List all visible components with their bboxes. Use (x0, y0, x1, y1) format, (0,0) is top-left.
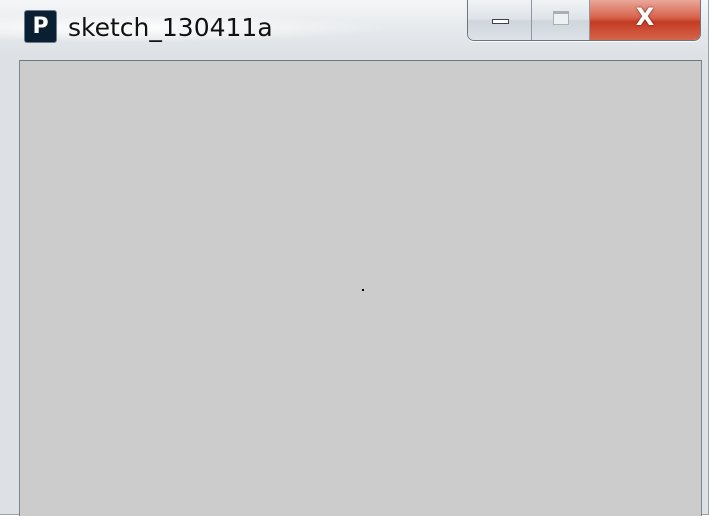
minimize-button[interactable] (468, 0, 532, 40)
close-icon: X (635, 3, 655, 31)
processing-app-icon[interactable]: P (24, 10, 57, 43)
app-window: P sketch_130411a X (0, 0, 709, 516)
sketch-point (362, 289, 364, 291)
sketch-canvas-frame (19, 60, 702, 516)
close-button[interactable]: X (590, 0, 700, 40)
minimize-icon (492, 19, 509, 24)
maximize-button[interactable] (532, 0, 590, 40)
maximize-icon (553, 11, 569, 25)
window-title: sketch_130411a (68, 13, 273, 42)
window-controls: X (467, 0, 701, 41)
title-bar[interactable]: P sketch_130411a X (0, 0, 709, 60)
sketch-canvas[interactable] (20, 61, 701, 516)
